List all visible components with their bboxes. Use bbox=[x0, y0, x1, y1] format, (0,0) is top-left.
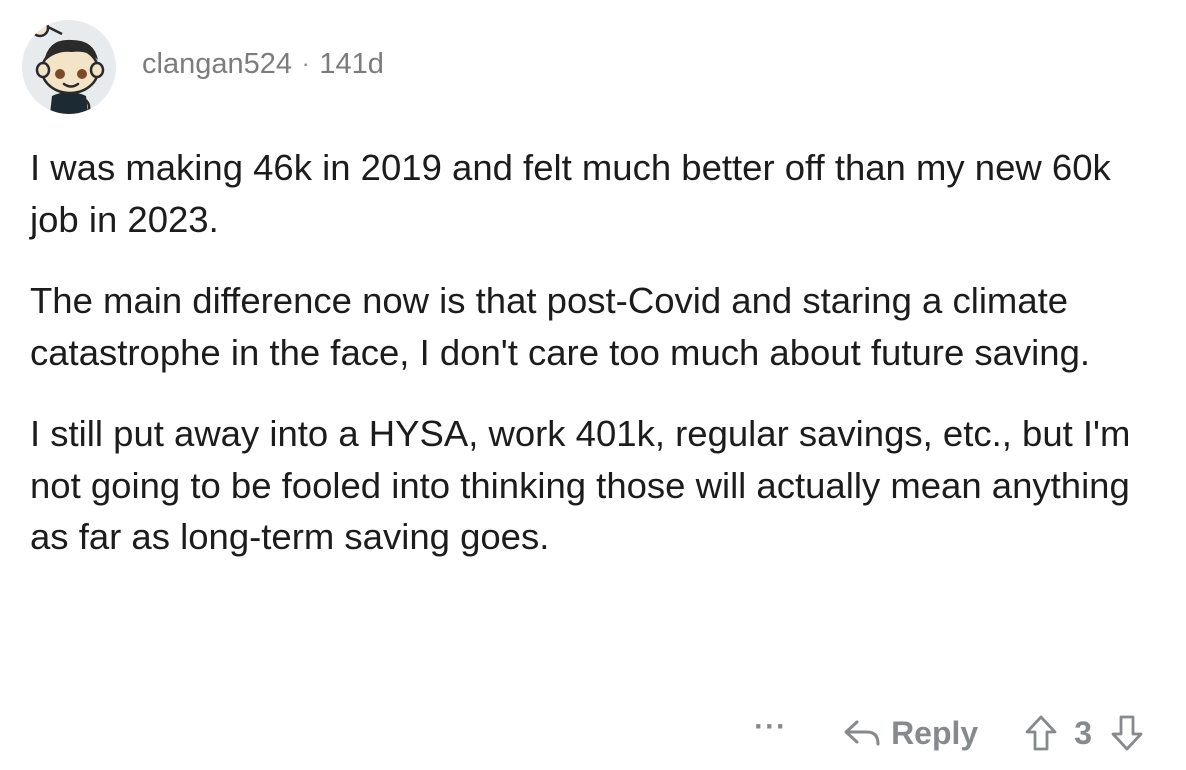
comment-header: clangan524 · 141d bbox=[22, 12, 384, 122]
comment-meta: clangan524 · 141d bbox=[142, 48, 384, 81]
vote-count: 3 bbox=[1074, 714, 1092, 751]
downvote-arrow-icon[interactable] bbox=[1110, 714, 1144, 752]
comment-paragraph-2: The main difference now is that post-Cov… bbox=[30, 280, 1091, 373]
more-options-button[interactable]: ··· bbox=[754, 710, 787, 744]
reply-label: Reply bbox=[891, 714, 979, 751]
comment-paragraph-1: I was making 46k in 2019 and felt much b… bbox=[30, 147, 1111, 240]
reply-arrow-icon bbox=[844, 720, 880, 746]
comment-actions: ··· Reply 3 bbox=[754, 705, 1144, 761]
comment-paragraph-3: I still put away into a HYSA, work 401k,… bbox=[30, 413, 1131, 557]
upvote-arrow-icon[interactable] bbox=[1024, 714, 1058, 752]
vote-controls: 3 bbox=[1024, 714, 1144, 752]
username-link[interactable]: clangan524 bbox=[142, 48, 292, 81]
comment-card: clangan524 · 141d I was making 46k in 20… bbox=[0, 0, 1186, 770]
reply-button[interactable]: Reply bbox=[843, 715, 978, 752]
comment-body: I was making 46k in 2019 and felt much b… bbox=[30, 142, 1150, 593]
comment-age[interactable]: 141d bbox=[319, 48, 384, 81]
meta-separator: · bbox=[301, 51, 310, 76]
snoo-avatar-icon bbox=[22, 20, 116, 114]
user-avatar[interactable] bbox=[22, 20, 116, 114]
